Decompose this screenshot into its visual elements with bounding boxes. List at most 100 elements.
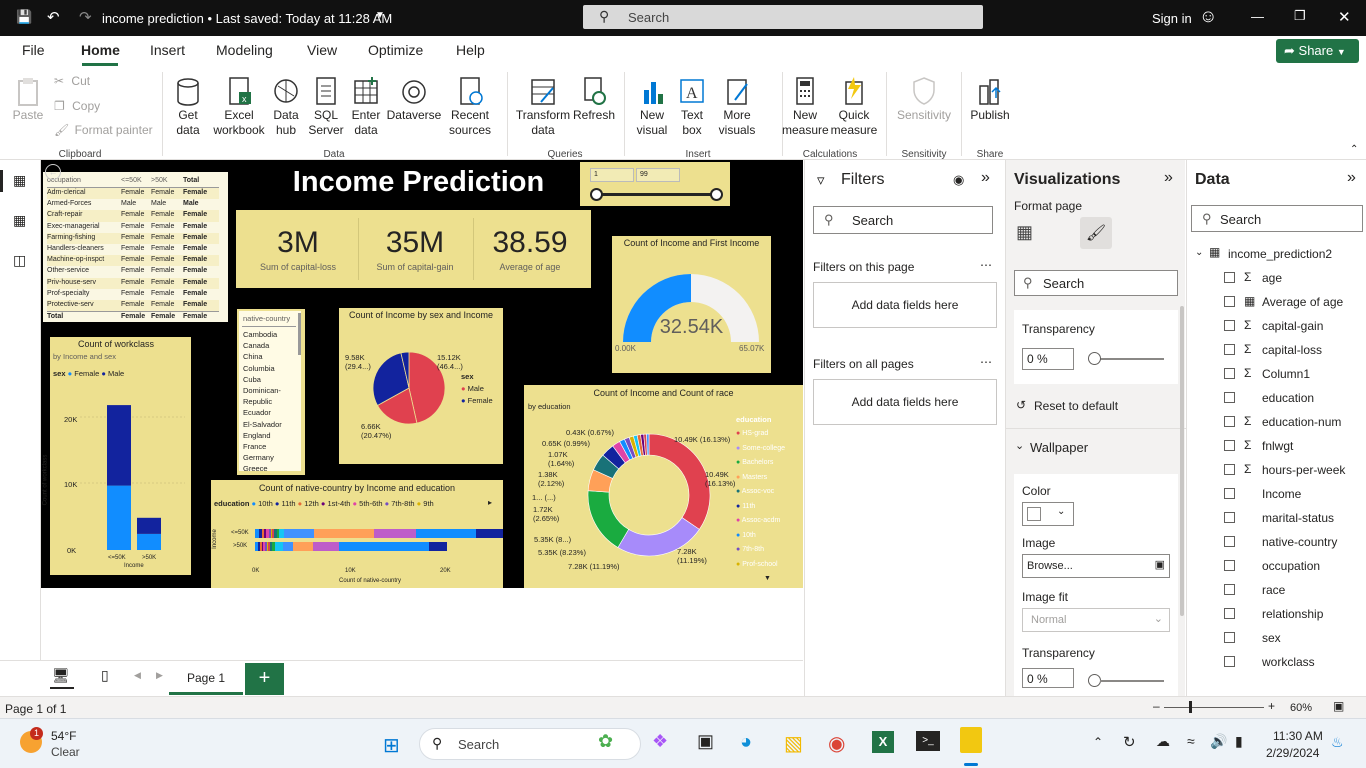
field-checkbox[interactable]	[1224, 416, 1235, 427]
reset-icon[interactable]: ↺	[1016, 398, 1026, 412]
excel-icon[interactable]: X	[872, 731, 894, 753]
color-picker[interactable]: ⌄	[1022, 502, 1074, 526]
copilot-icon[interactable]: ❖	[652, 731, 668, 752]
donut-segment[interactable]	[587, 490, 630, 548]
table-row[interactable]: Craft-repair Female Female Female	[47, 210, 219, 222]
prev-page-icon[interactable]: ◀	[134, 670, 141, 681]
wallpaper-section[interactable]: Wallpaper	[1030, 440, 1088, 455]
bar-segment[interactable]	[284, 529, 314, 538]
bar-segment[interactable]	[272, 542, 275, 551]
paste-button[interactable]: Paste	[10, 76, 46, 123]
slicer-item[interactable]: Germany	[243, 452, 297, 463]
format-painter-button[interactable]: 🖌 Format painter	[54, 123, 153, 138]
bar-segment[interactable]	[429, 542, 447, 551]
chevron-down-icon[interactable]: ▼	[375, 10, 385, 21]
slicer-item[interactable]: France	[243, 441, 297, 452]
transparency-slider[interactable]	[1100, 680, 1164, 682]
chevron-down-icon[interactable]: ▼	[764, 575, 771, 582]
format-brush-icon[interactable]: 🖌	[1080, 217, 1112, 249]
slider-max-input[interactable]: 99	[636, 168, 680, 182]
more-icon[interactable]: ⋯	[980, 355, 992, 369]
slider-min-input[interactable]: 1	[590, 168, 634, 182]
table-row[interactable]: Prof-specialty Female Female Female	[47, 289, 219, 300]
column-header[interactable]: Total	[183, 177, 199, 184]
more-icon[interactable]: ⋯	[980, 258, 992, 272]
power-bi-icon[interactable]	[960, 727, 982, 753]
field-checkbox[interactable]	[1224, 368, 1235, 379]
field-checkbox[interactable]	[1224, 656, 1235, 667]
legend-item[interactable]: ● Some-college	[736, 442, 802, 457]
undo-icon[interactable]: ↶	[47, 8, 60, 26]
bar-segment[interactable]	[263, 542, 265, 551]
table-view-icon[interactable]: ▦	[13, 212, 26, 229]
bar-segment[interactable]	[279, 529, 284, 538]
menu-modeling[interactable]: Modeling	[216, 42, 273, 58]
income-gauge[interactable]: Count of Income and First Income 32.54K …	[612, 236, 771, 373]
terminal-icon[interactable]: >_	[916, 731, 940, 751]
temperature[interactable]: 54°F	[51, 729, 76, 743]
cloud-off-icon[interactable]: ☁	[1156, 733, 1170, 750]
sql-server-button[interactable]: SQL Server	[306, 76, 346, 138]
field-checkbox[interactable]	[1224, 488, 1235, 499]
clock-date[interactable]: 2/29/2024	[1266, 746, 1319, 760]
model-view-icon[interactable]: ◫	[13, 252, 26, 269]
sensitivity-button[interactable]: Sensitivity	[893, 76, 955, 123]
save-icon[interactable]: 💾	[16, 9, 32, 25]
zoom-in-icon[interactable]: +	[1268, 699, 1275, 713]
field-checkbox[interactable]	[1224, 272, 1235, 283]
legend-item[interactable]: ● Bachelors	[736, 456, 802, 471]
data-field[interactable]: Σcapital-loss	[1224, 341, 1364, 359]
next-page-icon[interactable]: ▶	[156, 670, 163, 681]
collapse-icon[interactable]: »	[981, 169, 990, 187]
data-field[interactable]: Σeducation-num	[1224, 413, 1364, 431]
bar-segment[interactable]	[269, 529, 271, 538]
bar-segment[interactable]	[416, 529, 476, 538]
legend-item[interactable]: ● 11th	[736, 500, 802, 515]
filters-search[interactable]: ⚲ Search	[813, 206, 993, 234]
new-visual-button[interactable]: New visual	[630, 76, 674, 138]
new-measure-button[interactable]: New measure	[782, 76, 829, 138]
legend-item[interactable]: ● HS-grad	[736, 427, 802, 442]
zoom-level[interactable]: 60%	[1290, 702, 1312, 714]
bar-segment[interactable]	[313, 542, 339, 551]
data-field[interactable]: Σfnlwgt	[1224, 437, 1364, 455]
slider-handle-min[interactable]	[590, 188, 603, 201]
menu-file[interactable]: File	[22, 42, 45, 58]
zoom-handle[interactable]	[1189, 701, 1192, 713]
bar-segment[interactable]	[258, 542, 260, 551]
transparency-input[interactable]: 0 %	[1022, 668, 1074, 688]
slicer-item[interactable]: Columbia	[243, 363, 297, 374]
field-checkbox[interactable]	[1224, 536, 1235, 547]
file-explorer-icon[interactable]: ▧	[784, 731, 803, 756]
share-button[interactable]: ➦ Share ▼	[1276, 39, 1359, 63]
bar-segment[interactable]	[283, 542, 293, 551]
bar-segment[interactable]	[267, 542, 268, 551]
bar-segment[interactable]	[314, 529, 374, 538]
bar-segment[interactable]	[255, 529, 259, 538]
bar-segment[interactable]	[272, 529, 274, 538]
bar-segment[interactable]	[293, 542, 313, 551]
menu-optimize[interactable]: Optimize	[368, 42, 423, 58]
bar-segment[interactable]	[268, 542, 270, 551]
data-hub-button[interactable]: Data hub	[268, 76, 304, 138]
data-field[interactable]: Σ Column1	[1224, 365, 1364, 383]
menu-view[interactable]: View	[307, 42, 337, 58]
slider-handle-max[interactable]	[710, 188, 723, 201]
chevron-down-icon[interactable]: ⌄	[1195, 247, 1203, 258]
bar-segment[interactable]	[265, 542, 267, 551]
country-slicer[interactable]: native-country Cambodia Canada China Columb…	[237, 309, 305, 475]
menu-help[interactable]: Help	[456, 42, 485, 58]
publish-button[interactable]: Publish	[968, 76, 1012, 123]
chevron-up-icon[interactable]: ⌃	[1093, 735, 1103, 749]
filters-page-drop[interactable]: Add data fields here	[813, 282, 997, 328]
account-icon[interactable]: ☺	[1199, 6, 1217, 27]
table-row[interactable]: Armed-Forces Male Male Male	[47, 199, 219, 210]
transparency-input[interactable]: 0 %	[1022, 348, 1074, 370]
recent-sources-button[interactable]: Recent sources	[442, 76, 498, 138]
table-row[interactable]: Other-service Female Female Female	[47, 266, 219, 277]
field-checkbox[interactable]	[1224, 440, 1235, 451]
column-bar-male[interactable]	[137, 517, 161, 534]
maximize-icon[interactable]: ❐	[1294, 8, 1306, 24]
field-checkbox[interactable]	[1224, 344, 1235, 355]
sign-in-link[interactable]: Sign in	[1152, 11, 1192, 26]
